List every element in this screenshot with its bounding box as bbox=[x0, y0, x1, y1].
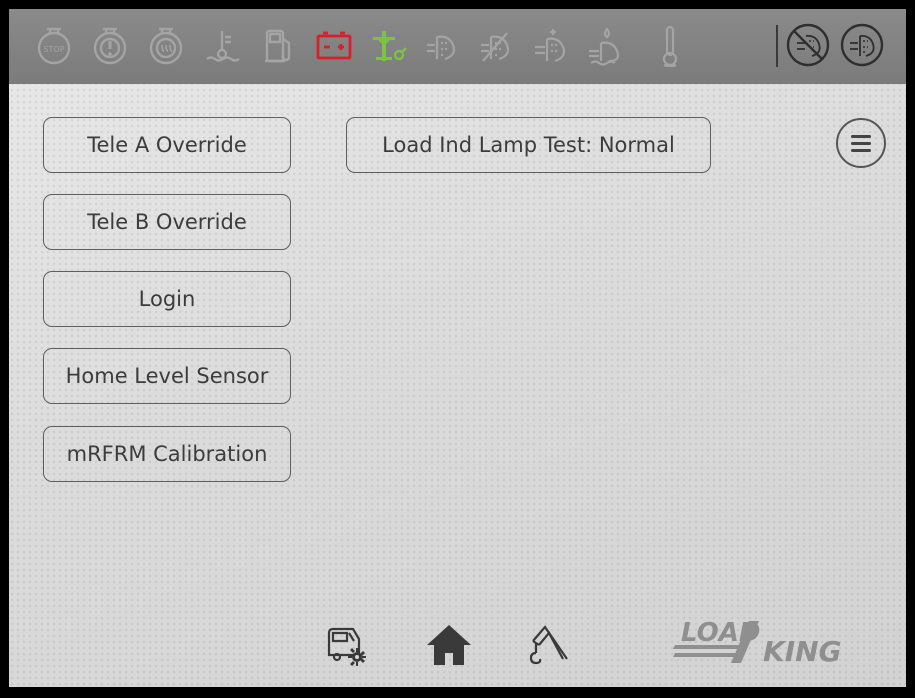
stop-label: STOP bbox=[43, 45, 64, 54]
logo-text-load: LOAD bbox=[681, 618, 760, 648]
stop-lamp-icon: STOP bbox=[33, 23, 75, 67]
dpf-icon bbox=[475, 23, 517, 67]
temperature-gauge-icon bbox=[649, 23, 691, 67]
logo-text-king: KING bbox=[763, 635, 842, 665]
screen: STOP Tele A Override Tele B Override Log… bbox=[9, 9, 906, 687]
mrfrm-calibration-button[interactable]: mRFRM Calibration bbox=[43, 426, 291, 482]
hamburger-menu-icon[interactable] bbox=[836, 118, 886, 168]
login-button[interactable]: Login bbox=[43, 271, 291, 327]
regen-inhibit-icon[interactable] bbox=[785, 22, 831, 68]
menu-line bbox=[851, 134, 871, 138]
status-bar: STOP bbox=[9, 9, 906, 84]
home-icon[interactable] bbox=[423, 619, 475, 669]
loadking-logo: LOAD KING bbox=[671, 609, 871, 665]
crane-hook-icon[interactable] bbox=[525, 619, 571, 669]
menu-line bbox=[851, 141, 871, 145]
crane-status-icon bbox=[367, 23, 409, 67]
tele-b-override-button[interactable]: Tele B Override bbox=[43, 194, 291, 250]
status-divider bbox=[776, 25, 778, 67]
dpf-icon bbox=[421, 23, 463, 67]
wait-to-start-icon bbox=[145, 23, 187, 67]
coolant-temp-icon bbox=[201, 23, 243, 67]
def-level-icon bbox=[583, 23, 625, 67]
load-ind-lamp-test-button[interactable]: Load Ind Lamp Test: Normal bbox=[346, 117, 711, 173]
tele-a-override-button[interactable]: Tele A Override bbox=[43, 117, 291, 173]
menu-line bbox=[851, 148, 871, 152]
battery-icon bbox=[313, 23, 355, 67]
warning-lamp-icon bbox=[89, 23, 131, 67]
truck-settings-icon[interactable] bbox=[325, 619, 371, 669]
dpf-icon bbox=[529, 23, 571, 67]
fuel-icon bbox=[257, 23, 299, 67]
home-level-sensor-button[interactable]: Home Level Sensor bbox=[43, 348, 291, 404]
dpf-inhibit-icon[interactable] bbox=[839, 22, 885, 68]
